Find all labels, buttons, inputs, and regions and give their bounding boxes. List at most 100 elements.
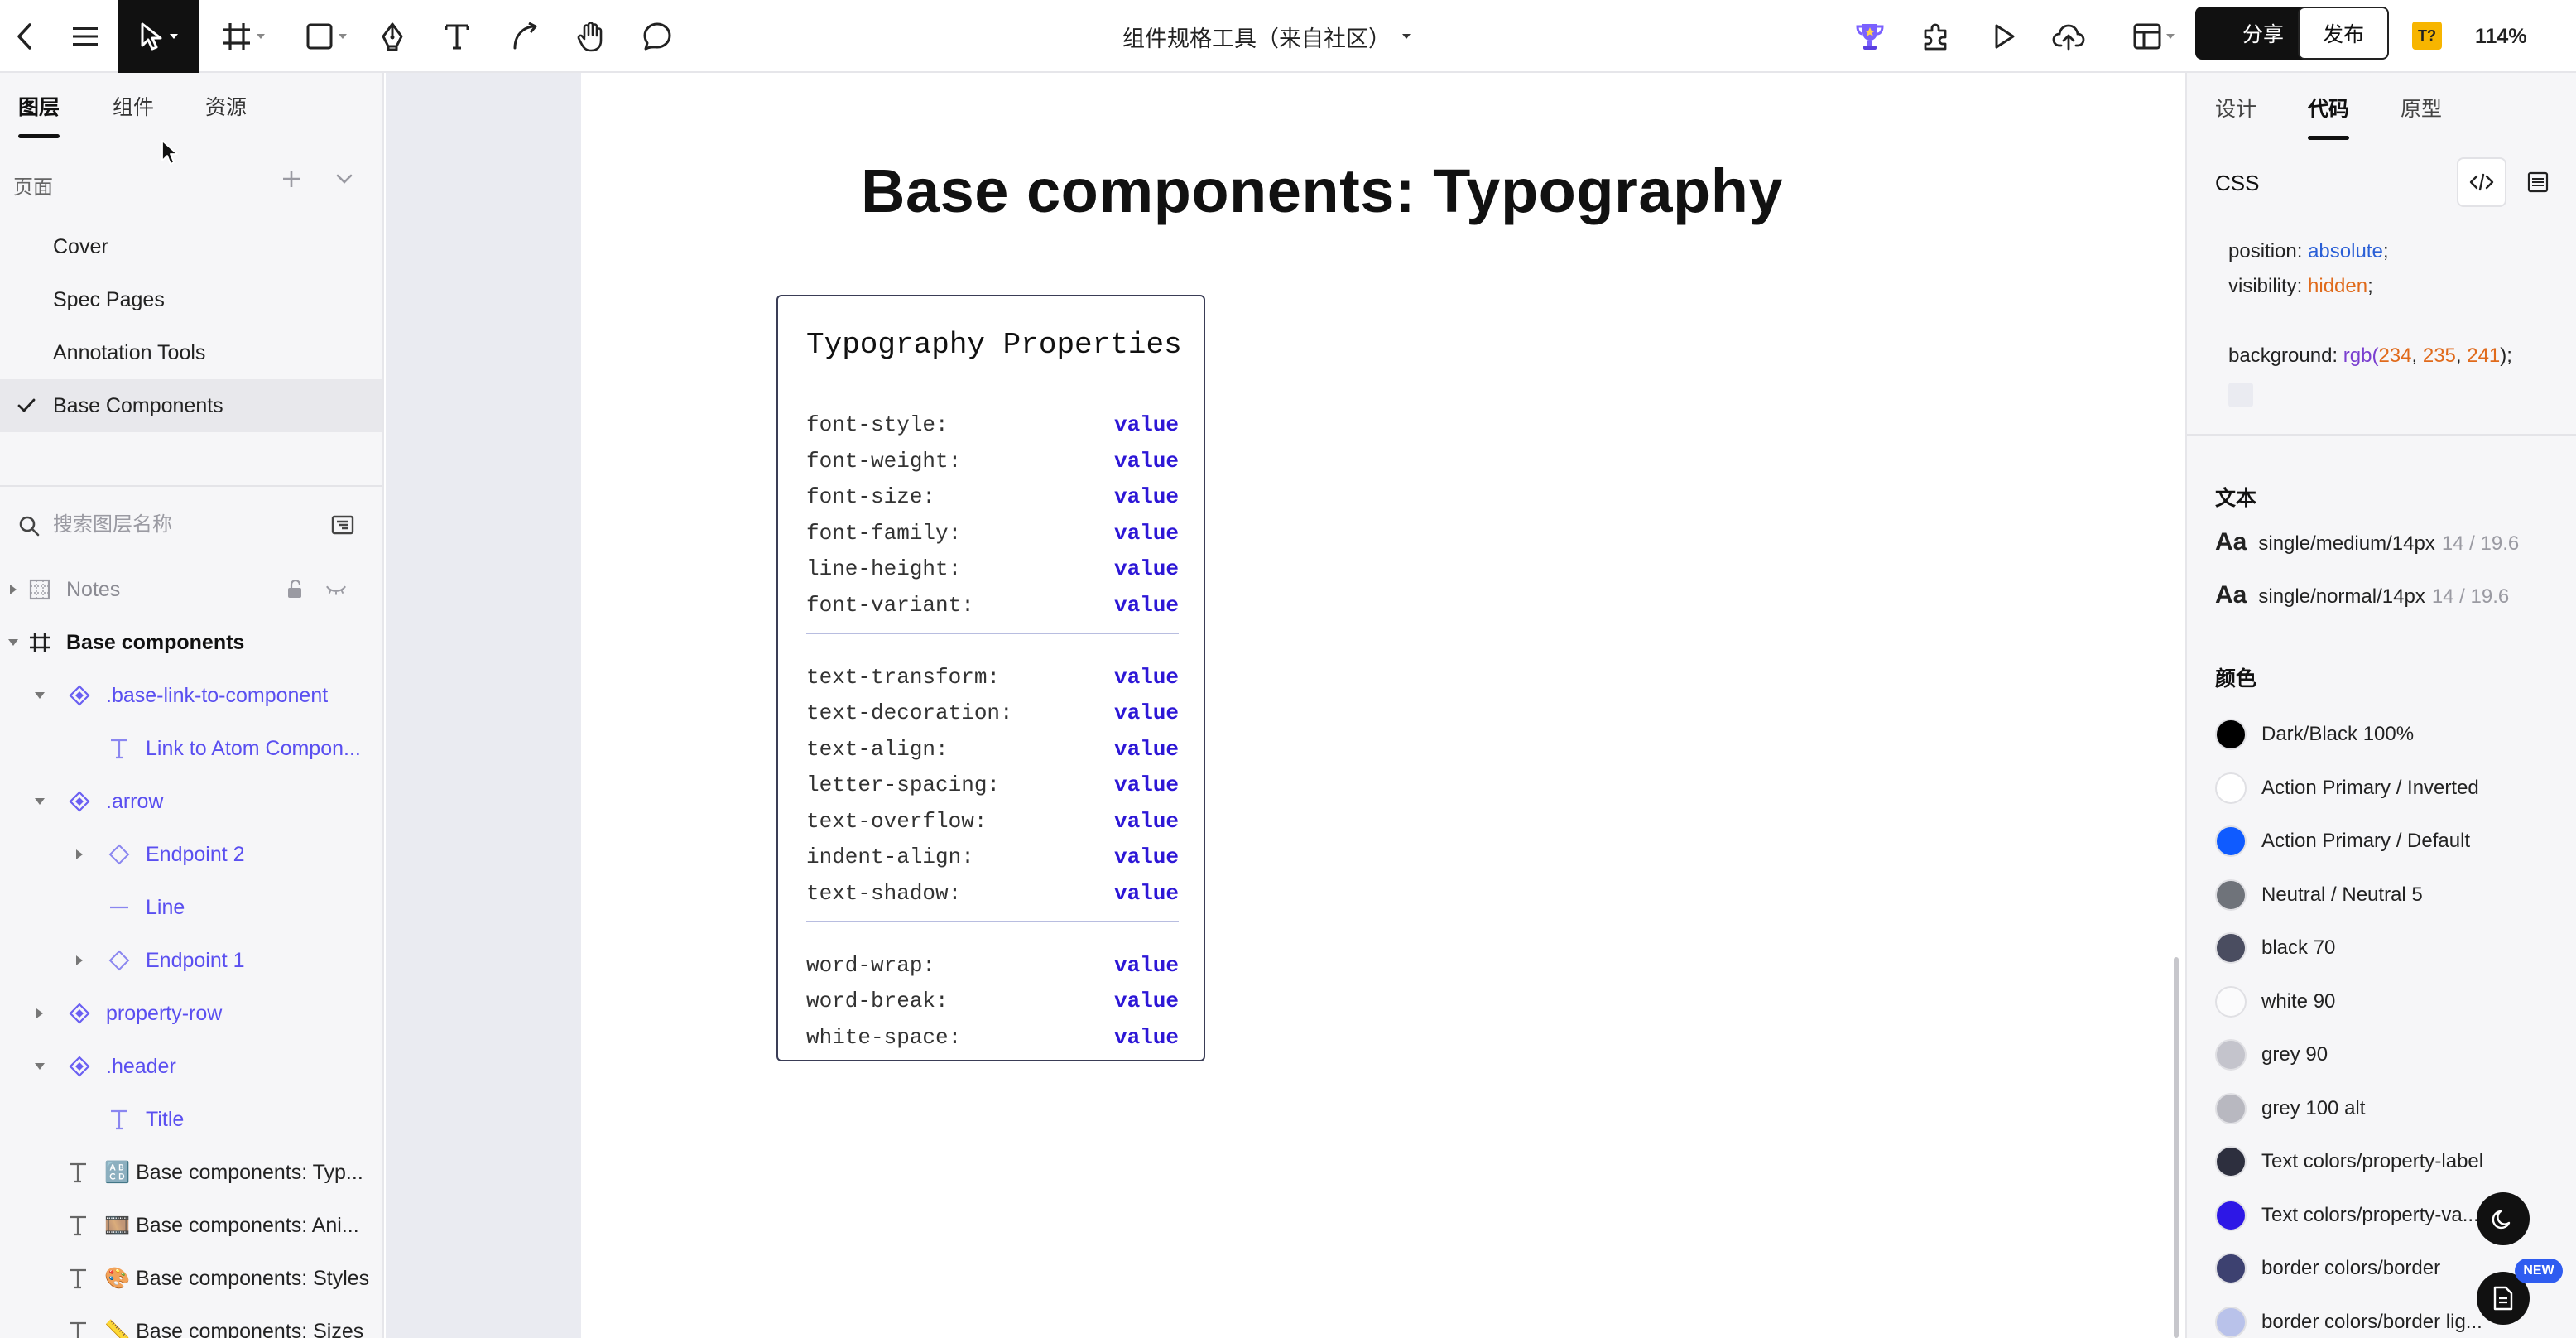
property-row: text-align: value [806, 737, 1179, 770]
layer-row-header[interactable]: .header [0, 1040, 382, 1093]
property-name: text-decoration: [806, 700, 1013, 725]
layer-row-property-row[interactable]: property-row [0, 987, 382, 1040]
expand-arrow-icon[interactable] [10, 585, 17, 594]
tab-layers[interactable]: 图层 [18, 91, 60, 121]
component-icon [68, 1002, 91, 1025]
add-page-icon[interactable] [276, 164, 306, 194]
text-style-item[interactable]: Aa single/medium/14px 14 / 19.6 [2215, 528, 2519, 556]
frame-tool-button[interactable] [214, 0, 273, 73]
layer-row-line[interactable]: Line [0, 881, 382, 934]
page-item-base-components[interactable]: Base Components [0, 379, 382, 432]
color-style-item[interactable]: black 70 [2215, 927, 2335, 969]
lock-icon[interactable] [283, 578, 306, 601]
filter-icon[interactable] [331, 513, 354, 537]
property-name: word-break: [806, 989, 949, 1013]
code-view-button[interactable] [2457, 157, 2506, 207]
property-row: text-overflow: value [806, 809, 1179, 842]
layer-search-input[interactable] [53, 507, 318, 543]
layer-row-link-text[interactable]: Link to Atom Compon... [0, 722, 382, 775]
tab-components[interactable]: 组件 [113, 91, 154, 121]
expand-arrow-icon[interactable] [76, 849, 83, 859]
color-style-item[interactable]: Text colors/property-va... [2215, 1195, 2479, 1236]
color-style-item[interactable]: border colors/border [2215, 1248, 2440, 1289]
color-style-item[interactable]: grey 90 [2215, 1034, 2328, 1076]
tab-code[interactable]: 代码 [2308, 93, 2349, 123]
page-item-annotation-tools[interactable]: Annotation Tools [0, 326, 382, 379]
layer-row-title[interactable]: Title [0, 1093, 382, 1146]
component-icon [68, 790, 91, 813]
collapse-arrow-icon[interactable] [35, 1063, 45, 1070]
text-icon [66, 1267, 89, 1290]
plugin-badge-icon[interactable]: T? [2412, 22, 2442, 50]
back-icon[interactable] [5, 0, 45, 73]
document-title-dropdown[interactable]: 组件规格工具（来自社区） [1076, 0, 1457, 73]
publish-button[interactable]: 发布 [2298, 7, 2389, 60]
shape-tool-button[interactable] [296, 0, 356, 73]
zoom-level[interactable]: 114% [2475, 0, 2558, 73]
property-name: font-weight: [806, 448, 962, 474]
comment-tool-button[interactable] [639, 0, 675, 73]
collapse-arrow-icon[interactable] [8, 639, 18, 646]
tab-assets[interactable]: 资源 [205, 91, 247, 121]
color-style-item[interactable]: white 90 [2215, 981, 2335, 1023]
property-name: font-style: [806, 412, 949, 437]
layer-row-base-components-frame[interactable]: Base components [0, 616, 382, 669]
moon-icon [2492, 1210, 2511, 1230]
present-play-icon[interactable] [1983, 0, 2025, 73]
css-prop: visibility: [2228, 275, 2309, 297]
code-icon [2469, 173, 2494, 191]
color-swatch [2215, 985, 2247, 1018]
color-style-item[interactable]: grey 100 alt [2215, 1088, 2365, 1129]
color-swatch [2215, 1253, 2247, 1284]
eye-hidden-icon[interactable] [324, 578, 348, 601]
text-style-meta: 14 / 19.6 [2431, 585, 2510, 608]
expand-arrow-icon[interactable] [36, 1008, 43, 1018]
tab-prototype[interactable]: 原型 [2401, 93, 2442, 123]
layer-row-notes[interactable]: Notes [0, 563, 382, 616]
color-style-item[interactable]: Neutral / Neutral 5 [2215, 874, 2423, 916]
pen-icon [382, 22, 403, 51]
pen-tool-button[interactable] [374, 0, 411, 73]
color-name: white 90 [2261, 989, 2336, 1013]
layer-row-base-link-to-component[interactable]: .base-link-to-component [0, 669, 382, 722]
main-menu-icon[interactable] [65, 0, 106, 73]
expand-arrow-icon[interactable] [76, 955, 83, 965]
upload-cloud-icon[interactable] [2048, 0, 2089, 73]
hand-tool-button[interactable] [573, 0, 609, 73]
layer-row-styles-text[interactable]: 🎨 Base components: Styles [0, 1252, 382, 1305]
property-row: font-weight: value [806, 449, 1179, 482]
layout-panel-button[interactable] [2124, 0, 2184, 73]
text-tool-button[interactable] [439, 0, 475, 73]
page-item-spec-pages[interactable]: Spec Pages [0, 273, 382, 326]
layer-row-arrow[interactable]: .arrow [0, 775, 382, 828]
page-item-cover[interactable]: Cover [0, 220, 382, 273]
typography-properties-card[interactable]: Typography Properties font-style: value fo… [776, 295, 1205, 1061]
color-swatch [2215, 1146, 2247, 1177]
property-value: value [1113, 808, 1179, 834]
chevron-down-icon[interactable] [329, 164, 359, 194]
layer-row-endpoint-1[interactable]: Endpoint 1 [0, 934, 382, 987]
color-style-item[interactable]: border colors/border lig... [2215, 1302, 2482, 1338]
theme-toggle-button[interactable] [2477, 1192, 2530, 1245]
layer-row-typography-text[interactable]: 🔠 Base components: Typ... [0, 1146, 382, 1199]
layer-row-endpoint-2[interactable]: Endpoint 2 [0, 828, 382, 881]
canvas-scrollbar[interactable] [2174, 957, 2179, 1338]
css-prop: position: [2228, 240, 2309, 262]
text-style-item[interactable]: Aa single/normal/14px 14 / 19.6 [2215, 581, 2509, 609]
layer-row-sizes-text[interactable]: 📏 Base components: Sizes [0, 1305, 382, 1338]
plugins-icon[interactable] [1915, 0, 1957, 73]
move-tool-button[interactable] [118, 0, 199, 73]
collapse-arrow-icon[interactable] [35, 798, 45, 805]
tab-design[interactable]: 设计 [2215, 93, 2256, 123]
list-view-button[interactable] [2513, 157, 2563, 207]
layer-row-animation-text[interactable]: 🎞️ Base components: Ani... [0, 1199, 382, 1252]
color-style-item[interactable]: Dark/Black 100% [2215, 714, 2414, 755]
connector-tool-button[interactable] [507, 0, 543, 73]
trophy-icon[interactable] [1849, 0, 1891, 73]
text-icon [66, 1320, 89, 1338]
property-value: value [1113, 412, 1179, 437]
color-style-item[interactable]: Text colors/property-label [2215, 1141, 2483, 1182]
collapse-arrow-icon[interactable] [35, 692, 45, 699]
color-style-item[interactable]: Action Primary / Inverted [2215, 768, 2479, 809]
color-style-item[interactable]: Action Primary / Default [2215, 821, 2470, 862]
